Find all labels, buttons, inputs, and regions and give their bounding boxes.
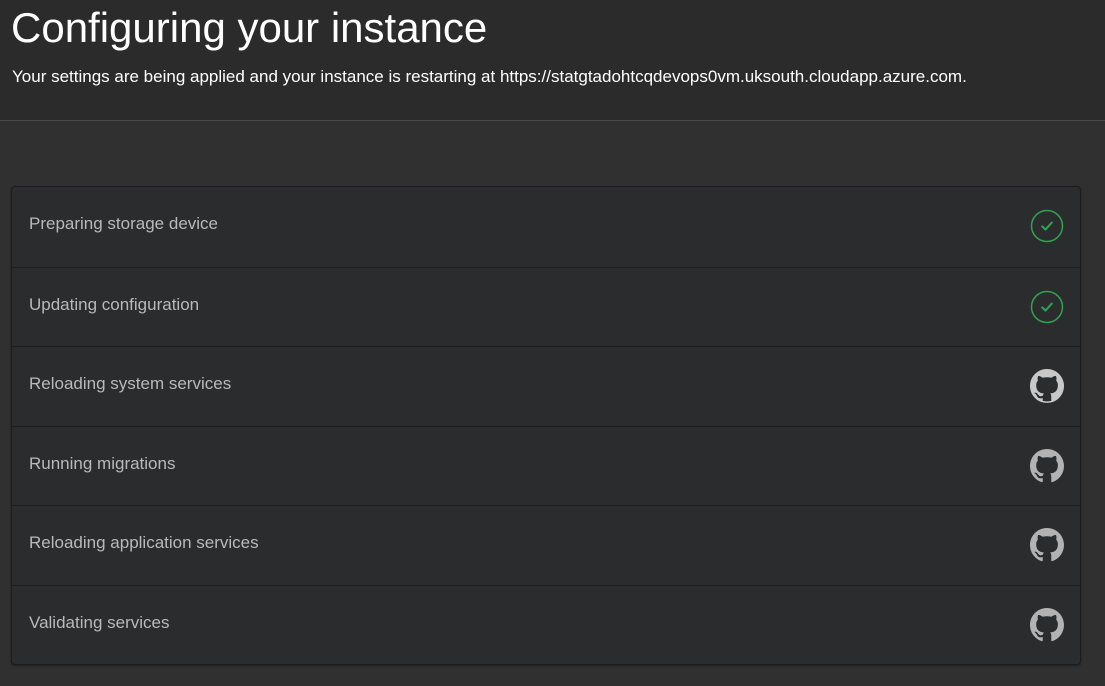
- step-row-running-migrations: Running migrations: [12, 425, 1080, 506]
- step-label: Reloading system services: [29, 374, 232, 393]
- check-circle-icon: [1030, 209, 1064, 243]
- github-octocat-icon: [1030, 528, 1064, 562]
- step-row-reloading-system-services: Reloading system services: [12, 346, 1080, 426]
- github-octocat-icon: [1030, 607, 1064, 642]
- step-row-updating-configuration: Updating configuration: [12, 266, 1080, 347]
- github-octocat-spinner-icon: [1030, 369, 1064, 403]
- step-label: Validating services: [29, 612, 170, 632]
- page-header: Configuring your instance Your settings …: [0, 0, 1105, 121]
- main-content: Preparing storage device Updating config…: [0, 122, 1105, 686]
- check-circle-icon: [1030, 290, 1064, 324]
- step-row-preparing-storage: Preparing storage device: [12, 187, 1080, 267]
- step-row-validating-services: Validating services: [12, 584, 1080, 665]
- page-title: Configuring your instance: [11, 4, 488, 51]
- progress-steps-list: Preparing storage device Updating config…: [11, 186, 1081, 665]
- step-label: Running migrations: [29, 453, 176, 473]
- step-row-reloading-application-services: Reloading application services: [12, 505, 1080, 585]
- step-label: Preparing storage device: [29, 214, 219, 233]
- step-label: Updating configuration: [29, 294, 200, 314]
- page-subtitle: Your settings are being applied and your…: [12, 67, 967, 86]
- github-octocat-icon: [1030, 448, 1064, 483]
- step-label: Reloading application services: [29, 533, 259, 552]
